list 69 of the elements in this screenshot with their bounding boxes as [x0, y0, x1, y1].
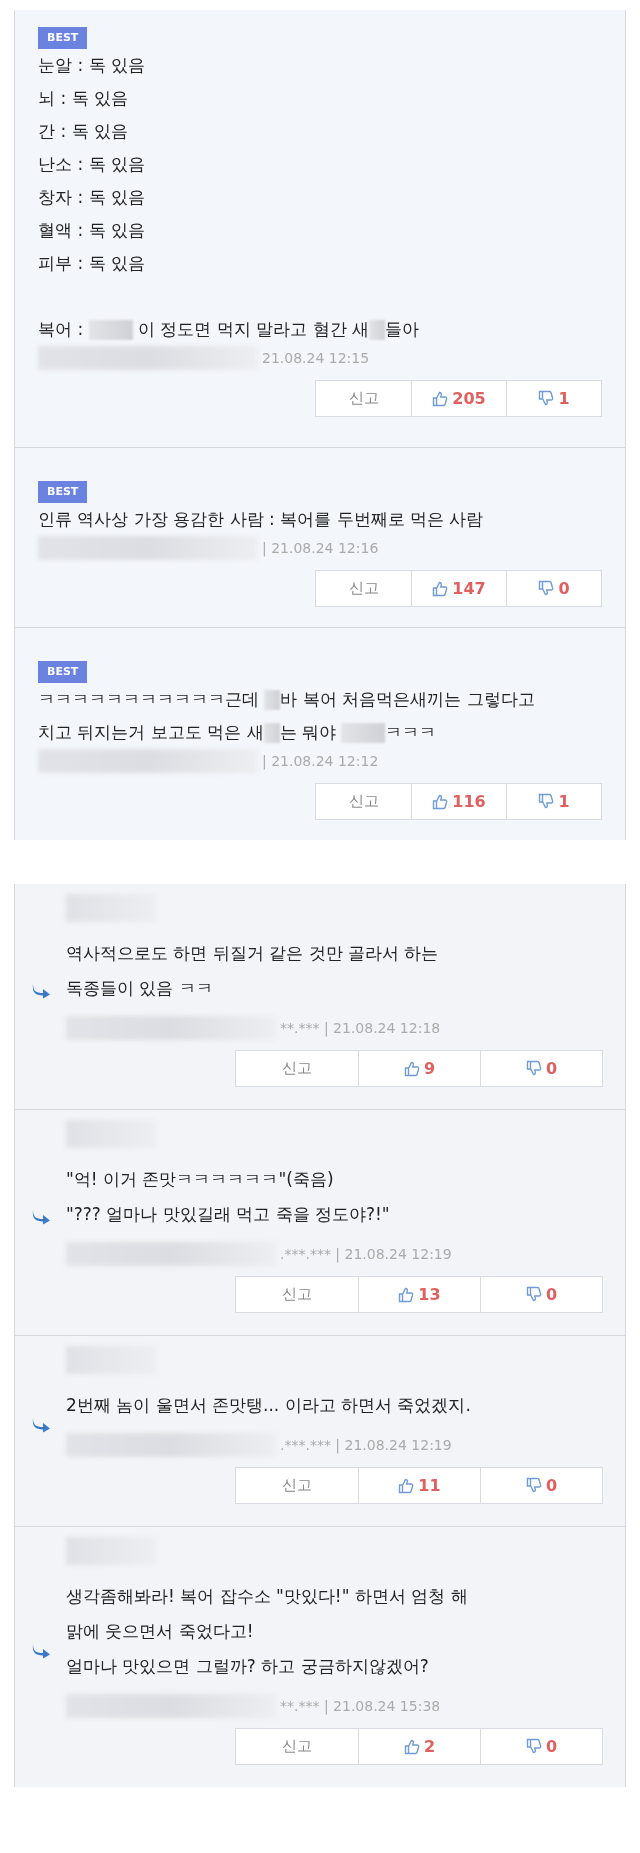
- report-button[interactable]: 신고: [236, 1468, 358, 1503]
- comment-text: 바 복어 처음먹은새끼는 그렇다고: [280, 688, 535, 711]
- thumbs-up-icon: [403, 1738, 420, 1755]
- best-badge: BEST: [38, 661, 88, 683]
- like-button[interactable]: 9: [358, 1051, 480, 1086]
- dislike-button[interactable]: 0: [506, 571, 601, 606]
- thumbs-up-icon: [432, 390, 449, 407]
- like-button[interactable]: 205: [411, 381, 506, 416]
- comment-text: 이 정도면 먹지 말라고 혐간 새: [136, 318, 369, 341]
- report-button[interactable]: 신고: [236, 1729, 358, 1764]
- dislike-button[interactable]: 0: [480, 1051, 602, 1086]
- report-button[interactable]: 신고: [316, 381, 411, 416]
- like-button[interactable]: 2: [358, 1729, 480, 1764]
- dislike-button[interactable]: 0: [480, 1468, 602, 1503]
- thumbs-down-icon: [538, 793, 555, 810]
- comment-text: 인류 역사상 가장 용감한 사람 : 복어를 두번째로 먹은 사람: [38, 508, 484, 531]
- comment-text: 눈알 : 독 있음: [38, 54, 145, 77]
- comment-text: "??? 얼마나 맛있길래 먹고 죽을 정도야?!": [66, 1203, 390, 1226]
- thumbs-up-icon: [398, 1286, 415, 1303]
- like-button[interactable]: 116: [411, 784, 506, 819]
- comment-text: "억! 이거 존맛ㅋㅋㅋㅋㅋㅋ"(죽음): [66, 1168, 334, 1191]
- report-button[interactable]: 신고: [236, 1051, 358, 1086]
- thumbs-down-icon: [525, 1477, 542, 1494]
- comment-text: 독종들이 있음 ㅋㅋ: [66, 977, 213, 1000]
- dislike-button[interactable]: 0: [480, 1277, 602, 1312]
- comment-meta: | 21.08.24 12:16: [262, 538, 379, 559]
- comment-meta: .***.*** | 21.08.24 12:19: [280, 1244, 452, 1265]
- like-button[interactable]: 147: [411, 571, 506, 606]
- dislike-button[interactable]: 0: [480, 1729, 602, 1764]
- thumbs-down-icon: [525, 1060, 542, 1077]
- report-button[interactable]: 신고: [316, 784, 411, 819]
- thumbs-down-icon: [525, 1286, 542, 1303]
- thumbs-up-icon: [432, 793, 449, 810]
- thumbs-up-icon: [432, 580, 449, 597]
- comment-text: 치고 뒤지는거 보고도 먹은 새: [38, 721, 264, 744]
- comment-text: 난소 : 독 있음: [38, 153, 145, 176]
- comment-meta: 21.08.24 12:15: [262, 348, 370, 368]
- comment-meta: .***.*** | 21.08.24 12:19: [280, 1435, 452, 1456]
- comment-meta: **.*** | 21.08.24 12:18: [280, 1018, 441, 1039]
- comment-text: 간 : 독 있음: [38, 120, 128, 143]
- best-badge: BEST: [38, 481, 88, 503]
- comment-text: 생각좀해봐라! 복어 잡수소 "맛있다!" 하면서 엄청 해: [66, 1585, 468, 1608]
- comment-text: 역사적으로도 하면 뒤질거 같은 것만 골라서 하는: [66, 942, 439, 965]
- dislike-button[interactable]: 1: [506, 381, 601, 416]
- comment-text: 피부 : 독 있음: [38, 252, 145, 275]
- comment-text: 는 뭐야: [279, 721, 338, 744]
- comment-text: ㅋㅋㅋ: [385, 721, 437, 744]
- comment-text: 창자 : 독 있음: [38, 186, 145, 209]
- dislike-button[interactable]: 1: [506, 784, 601, 819]
- thumbs-down-icon: [525, 1738, 542, 1755]
- report-button[interactable]: 신고: [236, 1277, 358, 1312]
- thumbs-down-icon: [538, 580, 555, 597]
- comment-meta: | 21.08.24 12:12: [262, 751, 379, 772]
- comment-text: 뇌 : 독 있음: [38, 87, 128, 110]
- comment-text: 혈액 : 독 있음: [38, 219, 145, 242]
- best-badge: BEST: [38, 27, 88, 49]
- comment-text: 얼마나 맛있으면 그럴까? 하고 궁금하지않겠어?: [66, 1655, 429, 1678]
- like-button[interactable]: 13: [358, 1277, 480, 1312]
- comment-text: 2번째 놈이 울면서 존맛탱... 이라고 하면서 죽었겠지.: [66, 1394, 471, 1417]
- comment-text: 들아: [385, 318, 419, 341]
- like-button[interactable]: 11: [358, 1468, 480, 1503]
- thumbs-down-icon: [538, 390, 555, 407]
- thumbs-up-icon: [403, 1060, 420, 1077]
- report-button[interactable]: 신고: [316, 571, 411, 606]
- comment-meta: **.*** | 21.08.24 15:38: [280, 1696, 441, 1717]
- comment-text: 맑에 웃으면서 죽었다고!: [66, 1620, 254, 1643]
- comment-text: ㅋㅋㅋㅋㅋㅋㅋㅋㅋㅋㅋ근데: [38, 688, 260, 711]
- comment-text: 복어 :: [38, 318, 85, 341]
- thumbs-up-icon: [398, 1477, 415, 1494]
